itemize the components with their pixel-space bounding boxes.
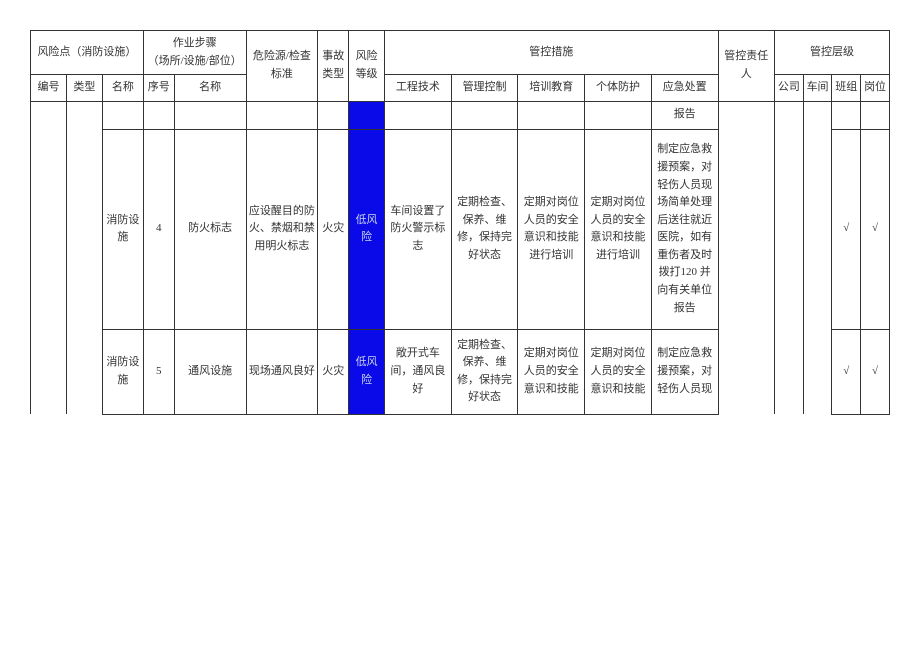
cell-training: 定期对岗位人员的安全意识和技能 (518, 329, 585, 414)
cell-engineering: 敞开式车间，通风良好 (385, 329, 452, 414)
cell-id (31, 101, 67, 414)
header-post: 岗位 (861, 75, 890, 102)
header-id: 编号 (31, 75, 67, 102)
header-control-measures: 管控措施 (385, 31, 719, 75)
cell-team: √ (832, 329, 861, 414)
header-emergency: 应急处置 (651, 75, 718, 102)
cell-seq: 5 (143, 329, 174, 414)
header-type: 类型 (66, 75, 102, 102)
cell-protection (585, 101, 652, 129)
cell-risk: 低风险 (349, 129, 385, 329)
table-row: 报告 (31, 101, 890, 129)
cell-management (451, 101, 518, 129)
cell-training (518, 101, 585, 129)
cell-step-name (174, 101, 246, 129)
cell-workshop (803, 101, 832, 414)
header-responsible: 管控责任人 (718, 31, 774, 102)
header-control-level: 管控层级 (774, 31, 889, 75)
cell-hazard: 现场通风良好 (246, 329, 318, 414)
header-protection: 个体防护 (585, 75, 652, 102)
header-risk-point: 风险点（消防设施） (31, 31, 144, 75)
cell-engineering: 车间设置了防火警示标志 (385, 129, 452, 329)
cell-management: 定期检查、保养、维修，保持完好状态 (451, 329, 518, 414)
header-hazard: 危险源/检查标准 (246, 31, 318, 102)
cell-name: 消防设施 (102, 129, 143, 329)
cell-risk: 低风险 (349, 329, 385, 414)
header-name2: 名称 (174, 75, 246, 102)
cell-protection: 定期对岗位人员的安全意识和技能 (585, 329, 652, 414)
header-accident-type: 事故类型 (318, 31, 349, 102)
cell-accident (318, 101, 349, 129)
cell-seq (143, 101, 174, 129)
cell-team: √ (832, 129, 861, 329)
cell-training: 定期对岗位人员的安全意识和技能进行培训 (518, 129, 585, 329)
header-seq: 序号 (143, 75, 174, 102)
cell-accident: 火灾 (318, 129, 349, 329)
cell-post: √ (861, 129, 890, 329)
cell-risk (349, 101, 385, 129)
header-risk-level: 风险等级 (349, 31, 385, 102)
table-header: 风险点（消防设施） 作业步骤 （场所/设施/部位） 危险源/检查标准 事故类型 … (31, 31, 890, 102)
cell-responsible (718, 101, 774, 414)
cell-step-name: 通风设施 (174, 329, 246, 414)
cell-emergency: 制定应急救援预案，对轻伤人员现 (651, 329, 718, 414)
cell-post (861, 101, 890, 129)
cell-hazard: 应设醒目的防火、禁烟和禁用明火标志 (246, 129, 318, 329)
header-company: 公司 (774, 75, 803, 102)
cell-seq: 4 (143, 129, 174, 329)
header-engineering: 工程技术 (385, 75, 452, 102)
cell-step-name: 防火标志 (174, 129, 246, 329)
cell-team (832, 101, 861, 129)
header-team: 班组 (832, 75, 861, 102)
cell-engineering (385, 101, 452, 129)
cell-emergency: 制定应急救援预案，对轻伤人员现场简单处理后送往就近医院，如有重伤者及时拨打120… (651, 129, 718, 329)
cell-hazard (246, 101, 318, 129)
cell-management: 定期检查、保养、维修，保持完好状态 (451, 129, 518, 329)
cell-name: 消防设施 (102, 329, 143, 414)
header-workshop: 车间 (803, 75, 832, 102)
cell-name (102, 101, 143, 129)
header-management: 管理控制 (451, 75, 518, 102)
header-training: 培训教育 (518, 75, 585, 102)
cell-type (66, 101, 102, 414)
header-name: 名称 (102, 75, 143, 102)
cell-protection: 定期对岗位人员的安全意识和技能进行培训 (585, 129, 652, 329)
risk-assessment-table: 风险点（消防设施） 作业步骤 （场所/设施/部位） 危险源/检查标准 事故类型 … (30, 30, 890, 415)
cell-accident: 火灾 (318, 329, 349, 414)
cell-emergency: 报告 (651, 101, 718, 129)
cell-post: √ (861, 329, 890, 414)
cell-company (774, 101, 803, 414)
header-work-step: 作业步骤 （场所/设施/部位） (143, 31, 246, 75)
